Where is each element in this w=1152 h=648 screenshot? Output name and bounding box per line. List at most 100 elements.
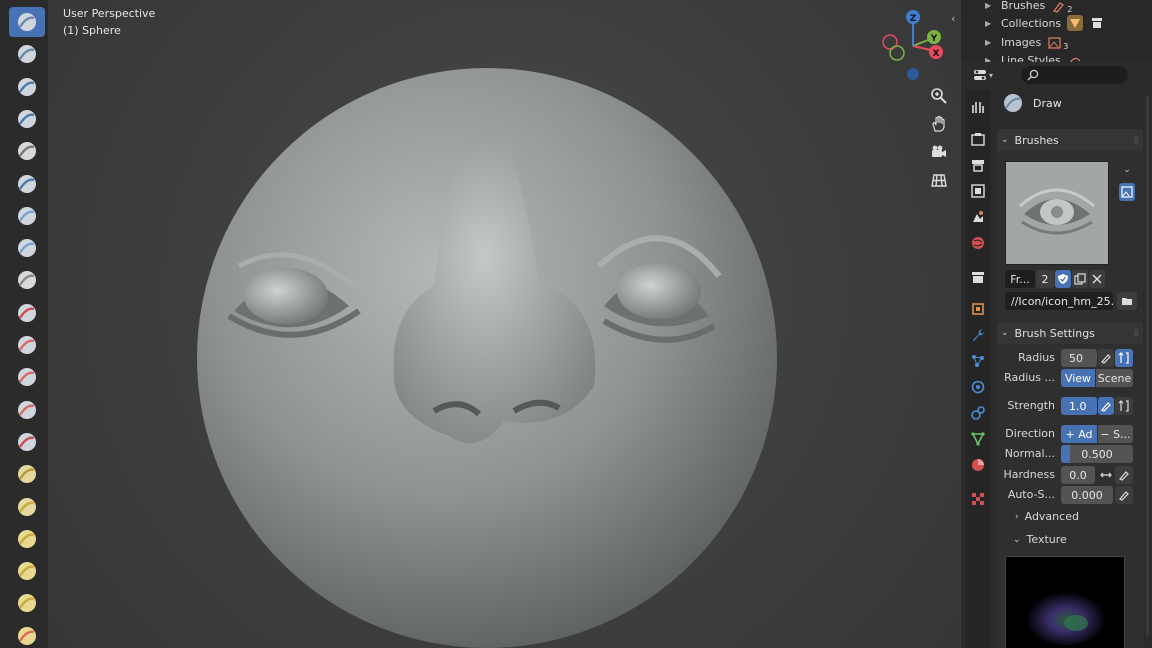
tab-particles[interactable] <box>967 350 989 372</box>
grid-view-icon[interactable] <box>926 167 952 193</box>
outliner-row-images[interactable]: ▶ Images 3 <box>985 34 1068 51</box>
radius-field[interactable]: 50 <box>1061 349 1097 367</box>
tab-modifiers[interactable] <box>967 324 989 346</box>
tab-collection[interactable] <box>967 266 989 288</box>
tab-constraints[interactable] <box>967 402 989 424</box>
tab-scene[interactable] <box>967 206 989 228</box>
hardness-pressure-toggle[interactable] <box>1115 466 1133 484</box>
radius-pressure-toggle[interactable] <box>1098 349 1114 367</box>
radius-unit-scene-button[interactable]: Scene <box>1096 369 1133 387</box>
texture-subpanel-header[interactable]: ⌄ Texture <box>1013 533 1067 546</box>
tab-world[interactable] <box>967 232 989 254</box>
render-icon <box>971 133 985 146</box>
brush-browse-dropdown[interactable]: ⌄ <box>1119 161 1135 179</box>
zoom-icon[interactable] <box>926 83 952 109</box>
tool-crease[interactable] <box>9 265 45 295</box>
archive-icon[interactable] <box>1089 15 1105 31</box>
pan-hand-icon[interactable] <box>926 111 952 137</box>
unified-strength-icon <box>1118 400 1129 412</box>
tool-flatten[interactable] <box>9 330 45 360</box>
direction-add-button[interactable]: + Ad <box>1061 425 1097 443</box>
tool-fill[interactable] <box>9 362 45 392</box>
outliner-row-line-styles[interactable]: ▶ Line Styles <box>985 52 1083 62</box>
tab-tool[interactable] <box>967 96 989 118</box>
collection-filter-icon[interactable] <box>1067 15 1084 31</box>
expand-arrow-icon[interactable]: ▶ <box>985 19 995 28</box>
properties-scrollbar[interactable] <box>1146 96 1149 636</box>
tab-object[interactable] <box>967 298 989 320</box>
texture-preview[interactable] <box>1005 556 1125 648</box>
neg-y-axis-handle[interactable] <box>889 45 905 61</box>
tool-draw[interactable] <box>9 7 45 37</box>
tool-pose[interactable] <box>9 621 45 648</box>
camera-view-icon[interactable] <box>926 139 952 165</box>
tool-inflate[interactable] <box>9 201 45 231</box>
strength-slider[interactable]: 1.0 <box>1061 397 1097 415</box>
active-tool-name: Draw <box>1033 96 1062 110</box>
brush-users-count[interactable]: 2 <box>1036 270 1054 288</box>
autosmooth-pressure-toggle[interactable] <box>1115 486 1133 504</box>
duplicate-brush-button[interactable] <box>1072 270 1088 288</box>
autosmooth-slider[interactable]: 0.000 <box>1061 486 1113 504</box>
tool-grab[interactable] <box>9 492 45 522</box>
outliner-row-brushes[interactable]: ▶ Brushes 2 <box>985 0 1072 14</box>
brush-icon-filepath-field[interactable]: //Icon/icon_hm_25... <box>1005 292 1113 310</box>
brush-settings-panel-header[interactable]: ⌄ Brush Settings ⠿ <box>997 322 1143 344</box>
navigation-gizmo[interactable]: Z Y X <box>878 6 948 86</box>
3d-viewport[interactable]: User Perspective (1) Sphere Z Y X ‹ <box>48 0 961 648</box>
tool-pinch[interactable] <box>9 459 45 489</box>
tool-clay-strips[interactable] <box>9 104 45 134</box>
brush-preview-thumbnail[interactable] <box>1005 161 1109 265</box>
tab-physics[interactable] <box>967 376 989 398</box>
tab-material[interactable] <box>967 454 989 476</box>
fake-user-toggle[interactable] <box>1055 270 1071 288</box>
hardness-slider[interactable]: 0.0 <box>1061 466 1095 484</box>
normal-radius-slider[interactable]: 0.500 <box>1061 445 1133 463</box>
tab-output[interactable] <box>967 154 989 176</box>
strength-unified-toggle[interactable] <box>1115 397 1133 415</box>
tab-texture[interactable] <box>967 488 989 510</box>
expand-arrow-icon[interactable]: ▶ <box>985 38 995 47</box>
neg-z-axis-handle[interactable] <box>907 68 919 80</box>
drag-handle-icon[interactable]: ⠿ <box>1133 136 1139 145</box>
pen-pressure-icon <box>1101 402 1111 412</box>
brush-custom-icon-toggle[interactable] <box>1119 183 1135 201</box>
tab-data[interactable] <box>967 428 989 450</box>
tab-render[interactable] <box>967 128 989 150</box>
tool-snake-hook[interactable] <box>9 556 45 586</box>
radius-unified-toggle[interactable] <box>1115 349 1133 367</box>
brushes-panel-header[interactable]: ⌄ Brushes ⠿ <box>997 129 1143 151</box>
tool-smooth[interactable] <box>9 298 45 328</box>
tool-clay-thumb[interactable] <box>9 136 45 166</box>
tool-blob[interactable] <box>9 233 45 263</box>
eye-brush-preview-image <box>1006 162 1108 264</box>
invert-hardness-toggle[interactable] <box>1098 466 1114 484</box>
editor-type-dropdown[interactable]: ▾ <box>973 66 999 84</box>
unlink-brush-button[interactable] <box>1089 270 1105 288</box>
tool-thumb[interactable] <box>9 588 45 618</box>
browse-file-button[interactable] <box>1117 292 1137 310</box>
drag-handle-icon[interactable]: ⠿ <box>1133 329 1139 338</box>
sidebar-collapse-icon[interactable]: ‹ <box>951 12 955 25</box>
properties-tab-strip <box>965 90 991 648</box>
tool-draw-sharp[interactable] <box>9 39 45 69</box>
advanced-subpanel-header[interactable]: › Advanced <box>1015 510 1079 523</box>
tab-view-layer[interactable] <box>967 180 989 202</box>
outliner-row-collections[interactable]: ▶ Collections <box>985 15 1105 31</box>
advanced-title: Advanced <box>1024 510 1079 523</box>
strength-pressure-toggle[interactable] <box>1098 397 1114 415</box>
tool-layer[interactable] <box>9 169 45 199</box>
tool-scrape[interactable] <box>9 395 45 425</box>
radius-unit-view-button[interactable]: View <box>1061 369 1095 387</box>
direction-subtract-button[interactable]: − S... <box>1098 425 1133 443</box>
tool-clay[interactable] <box>9 72 45 102</box>
normal-radius-value: 0.500 <box>1081 447 1113 461</box>
tool-multiplane-scrape[interactable] <box>9 427 45 457</box>
sculpted-sphere-model[interactable] <box>194 56 794 648</box>
clay-strips-brush-icon <box>18 109 36 128</box>
scrape-brush-icon <box>18 400 36 419</box>
brush-name-field[interactable]: Fr... <box>1005 270 1035 288</box>
expand-arrow-icon[interactable]: ▶ <box>985 1 995 10</box>
tool-elastic-deform[interactable] <box>9 524 45 554</box>
properties-search-input[interactable] <box>1021 66 1128 84</box>
